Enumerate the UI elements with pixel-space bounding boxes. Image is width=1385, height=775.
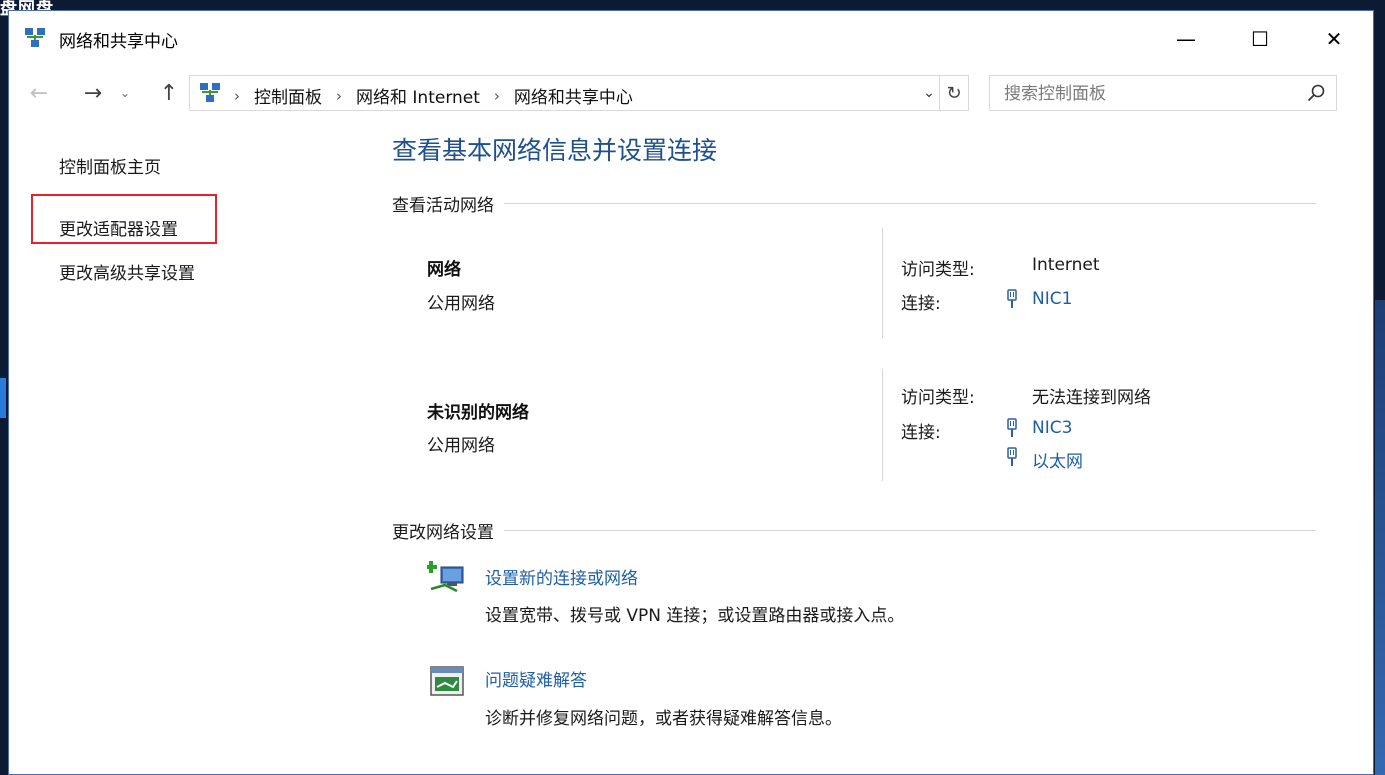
- ethernet-plug-icon: [1007, 418, 1017, 437]
- task-link-troubleshoot[interactable]: 问题疑难解答: [485, 666, 587, 691]
- access-type-value: 无法连接到网络: [1032, 388, 1151, 408]
- breadcrumb-control-panel[interactable]: 控制面板: [254, 83, 322, 108]
- connections-label: 连接:: [901, 294, 941, 314]
- network-sharing-center-window: 网络和共享中心 — ☐ ✕ ← → ⌄ ↑ › 控制面板 › 网络和 Inter…: [8, 10, 1374, 775]
- minimize-button[interactable]: —: [1163, 11, 1209, 67]
- window-title: 网络和共享中心: [59, 32, 178, 52]
- back-arrow-icon[interactable]: ←: [23, 77, 55, 109]
- breadcrumb-separator-icon[interactable]: ›: [494, 87, 500, 105]
- search-icon[interactable]: [1306, 83, 1326, 103]
- section-title: 更改网络设置: [392, 523, 494, 543]
- task-description: 设置宽带、拨号或 VPN 连接；或设置路由器或接入点。: [485, 606, 905, 626]
- access-type-value: Internet: [1032, 255, 1100, 275]
- task-description: 诊断并修复网络问题，或者获得疑难解答信息。: [485, 709, 842, 729]
- search-box[interactable]: [989, 75, 1337, 112]
- search-input[interactable]: [990, 76, 1306, 112]
- refresh-icon[interactable]: ↻: [939, 76, 968, 110]
- up-arrow-icon[interactable]: ↑: [153, 77, 185, 109]
- sidebar-link-advanced-sharing-settings[interactable]: 更改高级共享设置: [59, 259, 195, 284]
- access-type-label: 访问类型:: [901, 388, 975, 408]
- connections-label: 连接:: [901, 423, 941, 443]
- network-profile-link: 公用网络: [427, 436, 495, 456]
- forward-arrow-icon[interactable]: →: [77, 77, 109, 109]
- section-title: 查看活动网络: [392, 196, 494, 216]
- navigation-bar: ← → ⌄ ↑ › 控制面板 › 网络和 Internet › 网络和共享中心 …: [9, 71, 1373, 115]
- section-divider: [504, 203, 1316, 204]
- control-panel-network-icon: [200, 83, 220, 102]
- access-type-label: 访问类型:: [901, 260, 975, 280]
- sidebar-link-change-adapter-settings[interactable]: 更改适配器设置: [59, 215, 178, 240]
- connection-link-ethernet[interactable]: 以太网: [1032, 447, 1083, 472]
- close-button[interactable]: ✕: [1311, 11, 1357, 67]
- troubleshoot-icon: [430, 666, 464, 696]
- network-name: 未识别的网络: [427, 403, 529, 423]
- network-profile-link: 公用网络: [427, 294, 495, 314]
- section-header-active-networks: 查看活动网络: [392, 191, 1316, 216]
- task-link-setup-connection[interactable]: 设置新的连接或网络: [485, 564, 638, 589]
- section-header-change-settings: 更改网络设置: [392, 518, 1316, 543]
- recent-locations-chevron-icon[interactable]: ⌄: [117, 77, 133, 109]
- ethernet-plug-icon: [1007, 289, 1017, 308]
- breadcrumb-separator-icon[interactable]: ›: [234, 87, 240, 105]
- breadcrumb-network-sharing-center[interactable]: 网络和共享中心: [514, 83, 633, 108]
- connection-link-nic3[interactable]: NIC3: [1032, 418, 1072, 438]
- title-bar[interactable]: 网络和共享中心 — ☐ ✕: [9, 11, 1373, 67]
- new-connection-icon: [427, 561, 464, 593]
- section-divider: [504, 530, 1316, 531]
- sidebar-link-control-panel-home[interactable]: 控制面板主页: [59, 153, 161, 178]
- desktop-wallpaper-edge: [1375, 300, 1385, 775]
- breadcrumb-separator-icon[interactable]: ›: [336, 87, 342, 105]
- network-divider: [882, 369, 883, 481]
- network-divider: [882, 228, 883, 338]
- connection-link-nic1[interactable]: NIC1: [1032, 289, 1072, 309]
- page-title: 查看基本网络信息并设置连接: [392, 136, 718, 165]
- address-dropdown-icon[interactable]: ⌄: [918, 76, 940, 110]
- ethernet-plug-icon: [1007, 447, 1017, 466]
- network-name: 网络: [427, 260, 461, 280]
- breadcrumb: › 控制面板 › 网络和 Internet › 网络和共享中心: [234, 83, 633, 109]
- breadcrumb-network-internet[interactable]: 网络和 Internet: [356, 83, 480, 108]
- network-center-icon: [25, 28, 45, 47]
- address-bar[interactable]: › 控制面板 › 网络和 Internet › 网络和共享中心 ⌄ ↻: [189, 75, 969, 111]
- maximize-button[interactable]: ☐: [1237, 11, 1283, 67]
- desktop-taskbar-edge: [0, 378, 6, 418]
